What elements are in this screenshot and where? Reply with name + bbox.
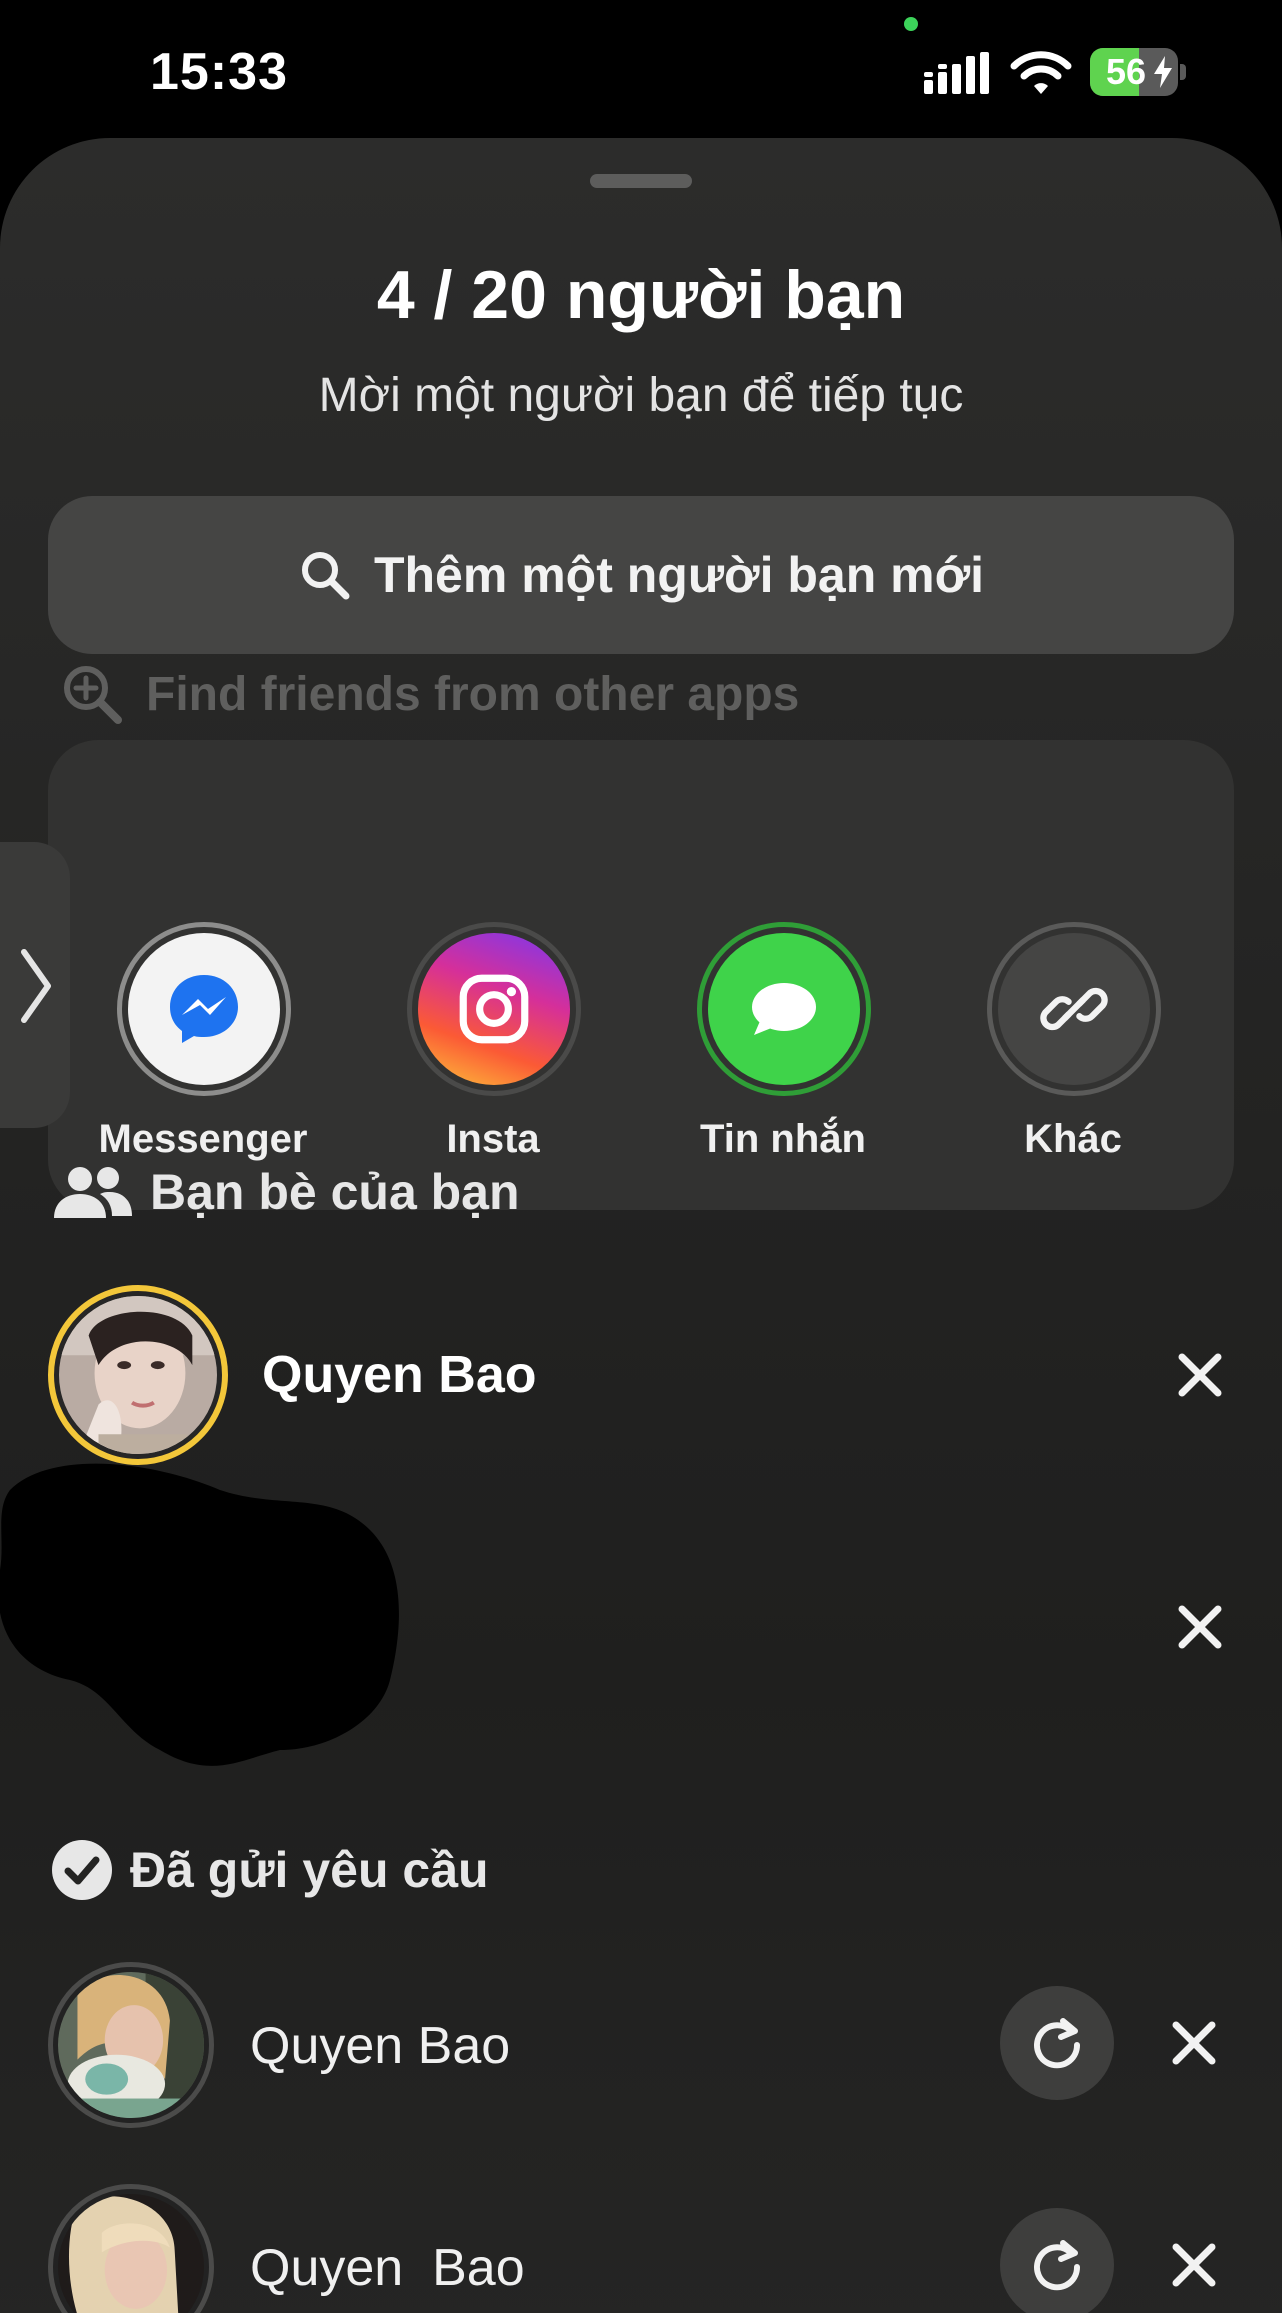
share-panel: Messenger Insta Tin nhắn Khác (48, 740, 1234, 1210)
search-icon (298, 548, 352, 602)
bolt-icon (1154, 56, 1172, 88)
instagram-icon (418, 933, 570, 1085)
request-name: Quyen Bao (250, 2239, 525, 2297)
sent-section-header: Đã gửi yêu cầu (50, 1830, 489, 1910)
friends-section-header: Bạn bè của bạn (50, 1152, 520, 1232)
screen: 15:33 56 4 / 20 người bạn Mời một người … (0, 0, 1282, 2313)
search-button-label: Thêm một người bạn mới (373, 547, 985, 603)
messenger-icon (128, 933, 280, 1085)
request-row: Quyen Bao (0, 2180, 1282, 2313)
avatar[interactable] (48, 2184, 214, 2313)
sheet-grabber[interactable] (590, 174, 692, 188)
link-ring (987, 922, 1161, 1096)
message-bubble-icon (708, 933, 860, 1085)
request-name: Quyen Bao (250, 2017, 511, 2075)
request-row: Quyen Bao (0, 1958, 1282, 2138)
wifi-icon (1010, 48, 1072, 96)
close-icon (1178, 1353, 1222, 1397)
redaction-blot (0, 1463, 399, 1766)
resend-request-button[interactable] (1000, 2208, 1114, 2313)
remove-friend-button[interactable] (1160, 1335, 1240, 1415)
add-friend-search-button[interactable]: Thêm một người bạn mới (48, 496, 1234, 654)
avatar[interactable] (48, 1962, 214, 2128)
share-label: Khác (1024, 1117, 1122, 1161)
friend-row: Quyen Bao (0, 1285, 1282, 1465)
close-icon (1172, 2243, 1216, 2287)
chevron-right-icon (21, 949, 51, 1023)
close-icon (1178, 1605, 1222, 1649)
battery-nub (1180, 64, 1186, 80)
battery-charging-icon: 56 (1090, 48, 1186, 96)
friend-name: Quyen Bao (262, 1346, 537, 1404)
messages-ring (697, 922, 871, 1096)
check-circle-icon (50, 1838, 114, 1902)
resend-request-button[interactable] (1000, 1986, 1114, 2100)
remove-friend-button[interactable] (1160, 1587, 1240, 1667)
find-friends-other-apps: Find friends from other apps (60, 654, 799, 734)
side-drawer-tab[interactable] (0, 842, 70, 1128)
cancel-request-button[interactable] (1154, 2003, 1234, 2083)
share-label: Tin nhắn (700, 1117, 866, 1161)
status-time: 15:33 (150, 43, 288, 101)
signal-icon (922, 52, 992, 96)
messenger-ring (117, 922, 291, 1096)
link-icon (998, 933, 1150, 1085)
friends-section-label: Bạn bè của bạn (150, 1164, 520, 1220)
sheet-title: 4 / 20 người bạn (376, 257, 906, 333)
battery-body: 56 (1090, 48, 1178, 96)
sheet-subtitle: Mời một người bạn để tiếp tục (318, 369, 964, 422)
refresh-icon (1034, 2240, 1081, 2291)
zoom-plus-icon (60, 662, 124, 726)
avatar[interactable] (48, 1285, 228, 1465)
privacy-indicator-dot (904, 17, 918, 31)
find-other-label: Find friends from other apps (146, 667, 800, 721)
sent-section-label: Đã gửi yêu cầu (130, 1842, 489, 1898)
instagram-ring (407, 922, 581, 1096)
people-icon (50, 1164, 134, 1220)
cancel-request-button[interactable] (1154, 2225, 1234, 2305)
refresh-icon (1034, 2018, 1081, 2069)
status-bar: 15:33 56 (0, 0, 1282, 140)
close-icon (1172, 2021, 1216, 2065)
